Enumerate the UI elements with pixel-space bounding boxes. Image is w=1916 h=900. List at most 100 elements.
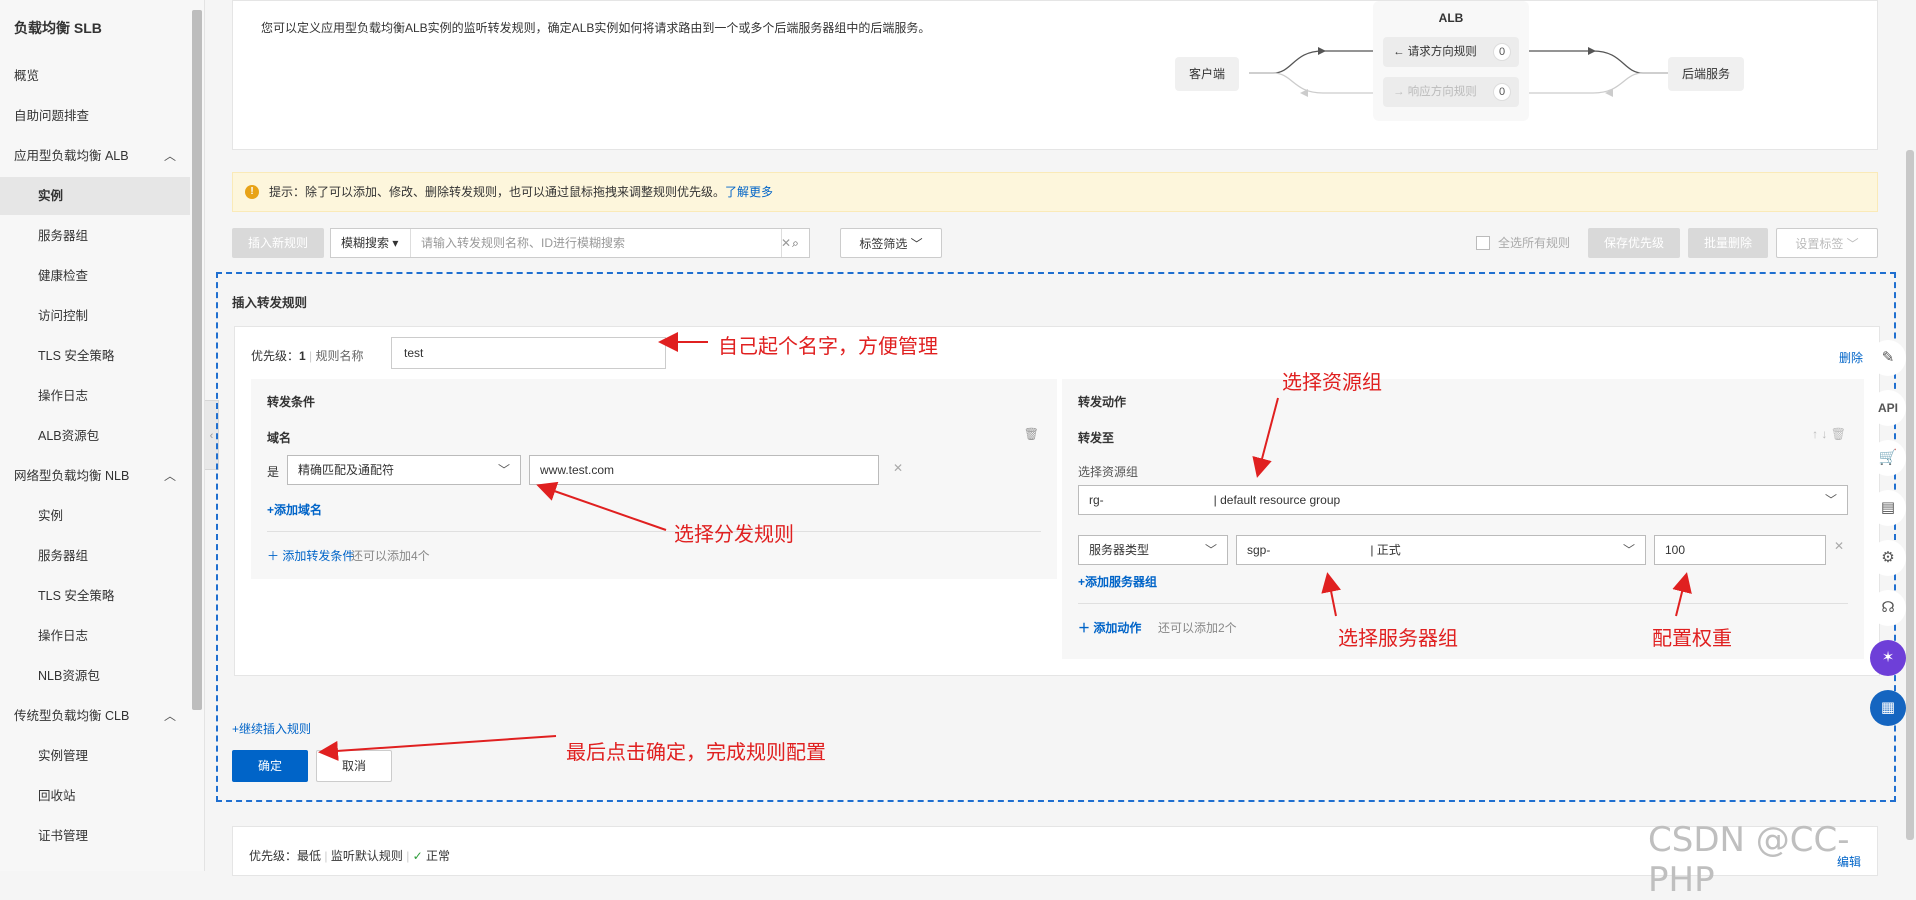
actions-title: 转发动作: [1078, 395, 1127, 409]
continue-insert-link[interactable]: +继续插入规则: [232, 720, 311, 737]
confirm-button[interactable]: 确定: [232, 750, 308, 782]
continue-insert-label: 继续插入规则: [239, 722, 312, 736]
server-group-value: | 正式: [1370, 543, 1401, 557]
rule-card: 优先级：1 | 规则名称 test 删除 转发条件 域名 🗑 是 精确匹配及通配…: [234, 326, 1880, 676]
add-domain-link[interactable]: +添加域名: [267, 501, 322, 518]
sidebar-item-alb-server-groups[interactable]: 服务器组: [0, 217, 190, 255]
sidebar-item-clb-instances[interactable]: 实例管理: [0, 737, 190, 775]
learn-more-link[interactable]: 了解更多: [725, 185, 773, 199]
response-rule-label: 响应方向规则: [1407, 86, 1477, 98]
intro-description: 您可以定义应用型负载均衡ALB实例的监听转发规则，确定ALB实例如何将请求路由到…: [261, 21, 931, 35]
search-icon[interactable]: ⌕: [781, 229, 809, 257]
headset-icon[interactable]: ☊: [1870, 590, 1906, 626]
request-rule-item[interactable]: ← 请求方向规则 0: [1383, 37, 1519, 67]
domain-input[interactable]: www.test.com: [529, 455, 879, 485]
sidebar-item-clb-recycle[interactable]: 回收站: [0, 777, 190, 815]
insert-rule-button[interactable]: 插入新规则: [232, 228, 324, 258]
sidebar-group-clb[interactable]: 传统型负载均衡 CLB ︿: [0, 697, 190, 735]
check-icon: ✓: [412, 849, 427, 863]
request-rule-label: 请求方向规则: [1407, 46, 1477, 58]
assistant-icon[interactable]: ✶: [1870, 640, 1906, 676]
sidebar-group-nlb[interactable]: 网络型负载均衡 NLB ︿: [0, 457, 190, 495]
search-mode-label: 模糊搜索: [341, 236, 390, 250]
search-mode-select[interactable]: 模糊搜索 ▾: [331, 229, 411, 257]
cart-icon[interactable]: 🛒: [1870, 440, 1906, 476]
sidebar-item-alb-packages[interactable]: ALB资源包: [0, 417, 190, 455]
priority-label: 优先级：: [251, 349, 300, 363]
divider: [1078, 603, 1848, 604]
sidebar-scrollbar[interactable]: [192, 10, 202, 710]
sidebar-item-alb-health-check[interactable]: 健康检查: [0, 257, 190, 295]
annotation-dispatch: 选择分发规则: [674, 522, 794, 546]
tip-banner: ! 提示：除了可以添加、修改、删除转发规则，也可以通过鼠标拖拽来调整规则优先级。…: [232, 172, 1878, 212]
delete-rule-link[interactable]: 删除: [1839, 349, 1863, 366]
remove-server-group-icon[interactable]: ✕: [1834, 539, 1844, 553]
csdn-watermark: CSDN @CC-PHP: [1648, 820, 1850, 900]
sidebar-item-clb-certs[interactable]: 证书管理: [0, 817, 190, 855]
search-input[interactable]: 请输入转发规则名称、ID进行模糊搜索: [421, 229, 761, 257]
batch-delete-button[interactable]: 批量删除: [1688, 228, 1768, 258]
server-group-select[interactable]: sgp- | 正式 ﹀: [1236, 535, 1646, 565]
add-action-link[interactable]: ＋ 添加动作: [1078, 619, 1141, 636]
flow-alb-box: ALB ← 请求方向规则 0 → 响应方向规则 0: [1373, 1, 1529, 121]
sidebar-item-nlb-logs[interactable]: 操作日志: [0, 617, 190, 655]
cancel-button[interactable]: 取消: [316, 750, 392, 782]
sidebar-item-nlb-instances[interactable]: 实例: [0, 497, 190, 535]
document-icon[interactable]: ▤: [1870, 490, 1906, 526]
response-rule-item[interactable]: → 响应方向规则 0: [1383, 77, 1519, 107]
conditions-section: 转发条件 域名 🗑 是 精确匹配及通配符 ﹀ www.test.com ✕ +添加…: [251, 379, 1057, 579]
arrow-right-icon: →: [1393, 86, 1408, 98]
gear-icon[interactable]: ⚙: [1870, 540, 1906, 576]
sidebar-group-clb-label: 传统型负载均衡 CLB: [14, 709, 130, 723]
flow-diagram: 客户端 ALB ← 请求方向规则 0 → 响应方向规则 0 后端服务: [1173, 1, 1793, 126]
remove-domain-icon[interactable]: ✕: [893, 461, 903, 475]
set-tag-button[interactable]: 设置标签 ﹀: [1776, 228, 1878, 258]
api-icon[interactable]: API: [1870, 390, 1906, 426]
divider: [267, 531, 1041, 532]
tip-text: 提示：除了可以添加、修改、删除转发规则，也可以通过鼠标拖拽来调整规则优先级。: [269, 185, 726, 199]
resource-group-value: | default resource group: [1213, 493, 1341, 507]
apps-icon[interactable]: ▦: [1870, 690, 1906, 726]
select-all-checkbox[interactable]: [1476, 236, 1490, 250]
sidebar-group-alb[interactable]: 应用型负载均衡 ALB ︿: [0, 137, 190, 175]
sidebar-item-nlb-tls[interactable]: TLS 安全策略: [0, 577, 190, 615]
reorder-icons[interactable]: ↑ ↓ 🗑: [1812, 427, 1846, 441]
sidebar-item-nlb-packages[interactable]: NLB资源包: [0, 657, 190, 695]
is-label: 是: [267, 465, 280, 479]
weight-input[interactable]: 100: [1654, 535, 1826, 565]
sidebar-item-nlb-server-groups[interactable]: 服务器组: [0, 537, 190, 575]
add-domain-label: 添加域名: [274, 503, 323, 517]
sidebar-group-nlb-label: 网络型负载均衡 NLB: [14, 469, 130, 483]
sidebar-item-overview[interactable]: 概览: [0, 57, 190, 95]
resource-group-select[interactable]: rg- | default resource group ﹀: [1078, 485, 1848, 515]
sidebar-item-alb-logs[interactable]: 操作日志: [0, 377, 190, 415]
priority-value: 1: [299, 349, 306, 363]
select-all-label: 全选所有规则: [1498, 236, 1571, 250]
trash-icon[interactable]: 🗑: [1024, 427, 1039, 441]
intro-card: 您可以定义应用型负载均衡ALB实例的监听转发规则，确定ALB实例如何将请求路由到…: [232, 0, 1878, 150]
chevron-up-icon: ︿: [163, 709, 176, 723]
domain-label: 域名: [267, 431, 292, 445]
default-priority-label: 优先级：: [249, 849, 298, 863]
rule-name-input[interactable]: test: [391, 337, 666, 369]
default-priority-value: 最低: [297, 849, 322, 863]
sidebar-item-troubleshoot[interactable]: 自助问题排查: [0, 97, 190, 135]
caret-down-icon: ▾: [392, 236, 399, 250]
main-scrollbar[interactable]: [1906, 150, 1914, 840]
edit-icon[interactable]: ✎: [1870, 340, 1906, 376]
add-server-group-link[interactable]: +添加服务器组: [1078, 573, 1157, 590]
sidebar-item-alb-acl[interactable]: 访问控制: [0, 297, 190, 335]
sidebar-item-alb-tls[interactable]: TLS 安全策略: [0, 337, 190, 375]
actions-section: 转发动作 转发至 ↑ ↓ 🗑 选择资源组 rg- | default resour…: [1062, 379, 1864, 659]
match-type-select[interactable]: 精确匹配及通配符 ﹀: [287, 455, 521, 485]
chevron-up-icon: ︿: [163, 469, 176, 483]
add-condition-link[interactable]: ＋ 添加转发条件: [267, 547, 354, 564]
annotation-resource-group: 选择资源组: [1282, 370, 1382, 394]
match-type-value: 精确匹配及通配符: [298, 463, 395, 477]
sidebar-item-alb-instances[interactable]: 实例: [0, 177, 190, 215]
server-type-select[interactable]: 服务器类型 ﹀: [1078, 535, 1228, 565]
save-priority-button[interactable]: 保存优先级: [1588, 228, 1680, 258]
tag-filter-button[interactable]: 标签筛选 ﹀: [840, 228, 942, 258]
rule-name-label: 规则名称: [315, 349, 364, 363]
sidebar: 负载均衡 SLB 概览 自助问题排查 应用型负载均衡 ALB ︿ 实例 服务器组 …: [0, 0, 205, 871]
